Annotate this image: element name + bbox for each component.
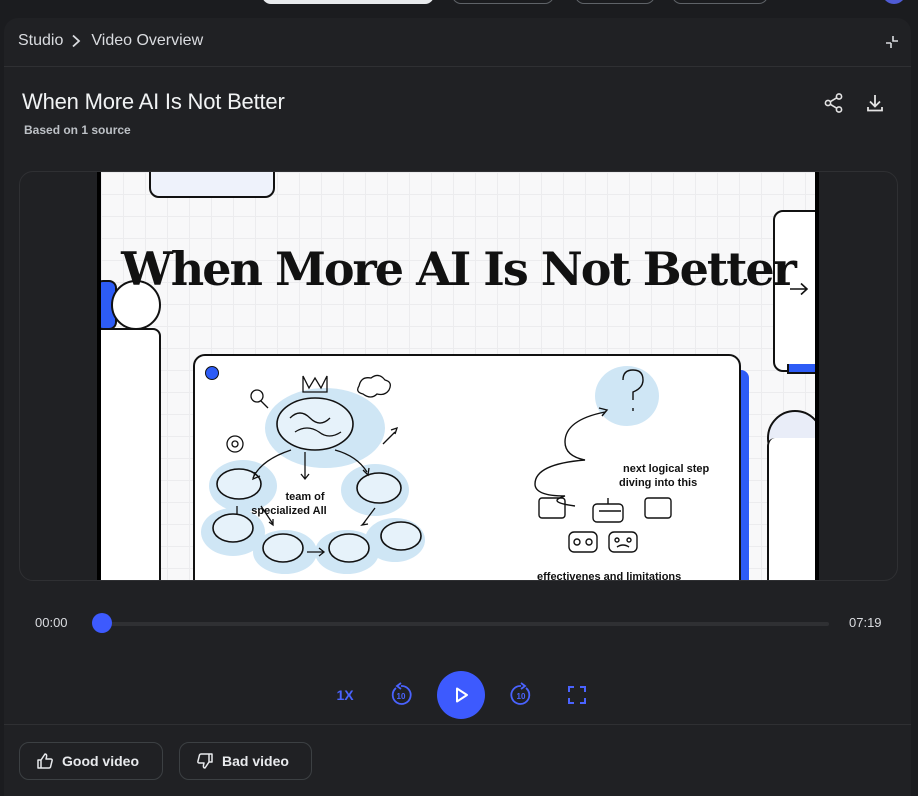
speed-button[interactable]: 1X [330, 683, 360, 707]
top-tab-active[interactable] [262, 0, 434, 4]
slide-label-specialized: specialized All [251, 505, 326, 517]
play-button[interactable] [437, 671, 485, 719]
slide-title: When More AI Is Not Better [121, 242, 797, 296]
good-video-button[interactable]: Good video [19, 742, 163, 780]
thumbs-up-icon [37, 753, 53, 769]
slide-label-team: team of [285, 491, 324, 503]
slide-label-diving: diving into this [619, 477, 697, 489]
slide-illustration-card: team of specialized All next logical ste… [193, 354, 741, 580]
progress-track[interactable] [98, 622, 829, 626]
duration: 07:19 [849, 615, 882, 630]
progress-thumb[interactable] [92, 613, 112, 633]
top-tab[interactable] [672, 0, 768, 4]
source-count: Based on 1 source [24, 123, 131, 137]
fullscreen-icon[interactable] [565, 683, 589, 707]
good-video-label: Good video [62, 753, 139, 769]
video-player[interactable]: When More AI Is Not Better team of speci… [19, 171, 898, 581]
top-tab[interactable] [452, 0, 554, 4]
current-time: 00:00 [35, 615, 68, 630]
footer-divider [4, 724, 911, 725]
deco-card [149, 172, 275, 198]
top-tab[interactable] [575, 0, 655, 4]
video-slide: When More AI Is Not Better team of speci… [97, 172, 819, 580]
chevron-right-icon [71, 33, 83, 49]
breadcrumb-current: Video Overview [91, 32, 204, 49]
share-icon[interactable] [820, 89, 848, 117]
bad-video-button[interactable]: Bad video [179, 742, 312, 780]
deco-pillar [101, 328, 161, 580]
forward-seconds: 10 [517, 692, 526, 701]
breadcrumb: Studio Video Overview [18, 32, 203, 50]
video-title: When More AI Is Not Better [22, 89, 285, 114]
panel-header: Studio Video Overview [4, 18, 911, 67]
breadcrumb-studio[interactable]: Studio [18, 32, 63, 50]
thumbs-down-icon [197, 753, 213, 769]
forward-10-icon[interactable]: 10 [508, 682, 534, 708]
collapse-icon[interactable] [883, 33, 901, 51]
rewind-10-icon[interactable]: 10 [388, 682, 414, 708]
top-strip [0, 0, 918, 14]
video-overview-panel: Studio Video Overview When More AI Is No… [4, 18, 911, 796]
play-icon [456, 687, 468, 703]
slide-label-next: next logical step [623, 463, 709, 475]
rewind-seconds: 10 [397, 692, 406, 701]
download-icon[interactable] [861, 89, 889, 117]
slide-label-effect: effectivenes and limitations [537, 571, 681, 580]
avatar[interactable] [882, 0, 906, 4]
bad-video-label: Bad video [222, 753, 289, 769]
deco-blue-strip [787, 364, 815, 374]
deco-pillar-right [767, 438, 815, 580]
